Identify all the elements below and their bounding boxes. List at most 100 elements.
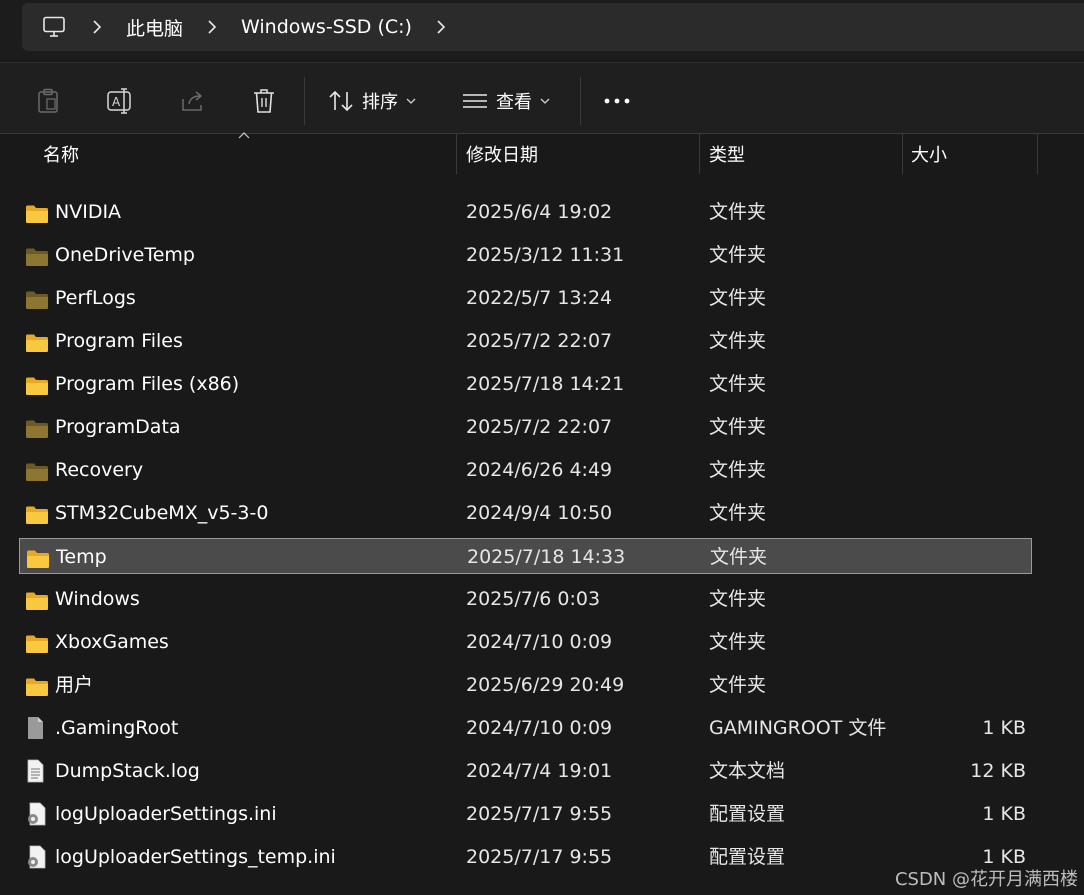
file-modified-date: 2025/7/18 14:21 bbox=[466, 373, 625, 395]
column-divider[interactable] bbox=[699, 134, 700, 174]
column-header-date[interactable]: 修改日期 bbox=[466, 134, 538, 174]
file-list: NVIDIA 2025/6/4 19:02 文件夹 OneDriveTemp 2025/… bbox=[0, 174, 1084, 895]
file-modified-date: 2022/5/7 13:24 bbox=[466, 287, 613, 309]
file-list-row[interactable]: OneDriveTemp 2025/3/12 11:31 文件夹 bbox=[19, 237, 1032, 273]
file-list-row[interactable]: XboxGames 2024/7/10 0:09 文件夹 bbox=[19, 624, 1032, 660]
view-list-icon bbox=[463, 94, 487, 108]
file-modified-date: 2025/6/4 19:02 bbox=[466, 201, 613, 223]
more-icon bbox=[604, 98, 630, 104]
folder-icon bbox=[25, 673, 49, 697]
file-modified-date: 2025/7/17 9:55 bbox=[466, 846, 613, 868]
file-name: ProgramData bbox=[55, 416, 181, 438]
file-list-row[interactable]: Program Files (x86) 2025/7/18 14:21 文件夹 bbox=[19, 366, 1032, 402]
column-header-name[interactable]: 名称 bbox=[43, 134, 79, 174]
sort-icon bbox=[329, 90, 353, 112]
file-list-row[interactable]: logUploaderSettings_temp.ini 2025/7/17 9:… bbox=[19, 839, 1032, 875]
folder-icon bbox=[25, 501, 49, 525]
file-list-row[interactable]: STM32CubeMX_v5-3-0 2024/9/4 10:50 文件夹 bbox=[19, 495, 1032, 531]
file-modified-date: 2025/7/2 22:07 bbox=[466, 330, 613, 352]
file-list-row[interactable]: .GamingRoot 2024/7/10 0:09 GAMINGROOT 文件 1 … bbox=[19, 710, 1032, 746]
file-name: STM32CubeMX_v5-3-0 bbox=[55, 502, 269, 524]
file-type: 文件夹 bbox=[709, 287, 767, 309]
file-list-row[interactable]: Temp 2025/7/18 14:33 文件夹 bbox=[19, 538, 1032, 574]
file-modified-date: 2025/7/17 9:55 bbox=[466, 803, 613, 825]
breadcrumb[interactable]: 此电脑 Windows-SSD (C:) bbox=[22, 3, 1084, 51]
file-list-row[interactable]: logUploaderSettings.ini 2025/7/17 9:55 配置设… bbox=[19, 796, 1032, 832]
column-divider[interactable] bbox=[902, 134, 903, 174]
share-button[interactable] bbox=[180, 83, 206, 119]
sort-up-icon bbox=[238, 128, 250, 143]
chevron-right-icon[interactable] bbox=[201, 3, 223, 51]
crumb-drive-c[interactable]: Windows-SSD (C:) bbox=[223, 3, 430, 51]
file-modified-date: 2024/9/4 10:50 bbox=[466, 502, 613, 524]
file-name: DumpStack.log bbox=[55, 760, 200, 782]
file-size: 12 KB bbox=[970, 760, 1026, 782]
file-type: 文件夹 bbox=[709, 502, 767, 524]
file-type: 文件夹 bbox=[709, 201, 767, 223]
folder-dim-icon bbox=[25, 286, 49, 310]
column-header-row: 名称 修改日期 类型 大小 bbox=[0, 134, 1084, 174]
crumb-this-pc[interactable]: 此电脑 bbox=[108, 3, 201, 51]
paste-button[interactable] bbox=[36, 83, 60, 119]
file-type: 文件夹 bbox=[709, 674, 767, 696]
file-list-row[interactable]: ProgramData 2025/7/2 22:07 文件夹 bbox=[19, 409, 1032, 445]
column-divider[interactable] bbox=[1037, 134, 1038, 174]
file-modified-date: 2025/6/29 20:49 bbox=[466, 674, 625, 696]
folder-icon bbox=[25, 372, 49, 396]
file-type: 文件夹 bbox=[709, 330, 767, 352]
file-modified-date: 2024/6/26 4:49 bbox=[466, 459, 613, 481]
file-name: Program Files (x86) bbox=[55, 373, 240, 395]
rename-icon: A bbox=[107, 88, 131, 114]
file-name: Recovery bbox=[55, 459, 144, 481]
file-name: XboxGames bbox=[55, 631, 169, 653]
column-header-size[interactable]: 大小 bbox=[911, 134, 947, 174]
file-name: PerfLogs bbox=[55, 287, 136, 309]
file-name: 用户 bbox=[55, 674, 94, 696]
column-header-type[interactable]: 类型 bbox=[709, 134, 745, 174]
file-size: 1 KB bbox=[982, 803, 1026, 825]
view-button[interactable]: 查看 bbox=[462, 83, 550, 119]
file-name: NVIDIA bbox=[55, 201, 122, 223]
this-pc-icon[interactable] bbox=[22, 3, 86, 51]
file-list-row[interactable]: Recovery 2024/6/26 4:49 文件夹 bbox=[19, 452, 1032, 488]
text-file-icon bbox=[25, 759, 49, 783]
file-type: 文件夹 bbox=[709, 631, 767, 653]
file-name: OneDriveTemp bbox=[55, 244, 195, 266]
file-size: 1 KB bbox=[982, 717, 1026, 739]
file-type: 配置设置 bbox=[709, 803, 786, 825]
svg-text:A: A bbox=[112, 95, 121, 109]
file-name: Program Files bbox=[55, 330, 183, 352]
view-label: 查看 bbox=[496, 92, 532, 113]
file-name: Temp bbox=[56, 546, 107, 568]
chevron-right-icon[interactable] bbox=[86, 3, 108, 51]
chevron-right-icon[interactable] bbox=[430, 3, 452, 51]
file-type: 文件夹 bbox=[709, 373, 767, 395]
file-modified-date: 2024/7/10 0:09 bbox=[466, 631, 613, 653]
file-list-row[interactable]: DumpStack.log 2024/7/4 19:01 文本文档 12 KB bbox=[19, 753, 1032, 789]
file-list-row[interactable]: Windows 2025/7/6 0:03 文件夹 bbox=[19, 581, 1032, 617]
folder-dim-icon bbox=[25, 458, 49, 482]
column-divider[interactable] bbox=[456, 134, 457, 174]
file-list-row[interactable]: PerfLogs 2022/5/7 13:24 文件夹 bbox=[19, 280, 1032, 316]
watermark: CSDN @花开月满西楼 bbox=[894, 869, 1078, 890]
rename-button[interactable]: A bbox=[106, 83, 134, 119]
file-list-row[interactable]: 用户 2025/6/29 20:49 文件夹 bbox=[19, 667, 1032, 703]
sort-button[interactable]: 排序 bbox=[328, 83, 416, 119]
address-bar: 此电脑 Windows-SSD (C:) bbox=[0, 0, 1084, 60]
folder-dim-icon bbox=[25, 415, 49, 439]
file-name: logUploaderSettings_temp.ini bbox=[55, 846, 336, 868]
paste-icon bbox=[38, 88, 58, 113]
file-type: 文件夹 bbox=[709, 588, 767, 610]
file-type: 配置设置 bbox=[709, 846, 786, 868]
command-bar: A 排序 查看 bbox=[0, 62, 1084, 134]
file-name: Windows bbox=[55, 588, 140, 610]
file-modified-date: 2025/7/18 14:33 bbox=[467, 546, 626, 568]
file-name: logUploaderSettings.ini bbox=[55, 803, 277, 825]
file-list-row[interactable]: Program Files 2025/7/2 22:07 文件夹 bbox=[19, 323, 1032, 359]
delete-button[interactable] bbox=[252, 83, 276, 119]
folder-dim-icon bbox=[25, 243, 49, 267]
file-list-row[interactable]: NVIDIA 2025/6/4 19:02 文件夹 bbox=[19, 194, 1032, 230]
toolbar-divider bbox=[580, 77, 581, 125]
folder-icon bbox=[26, 545, 50, 569]
more-options-button[interactable] bbox=[604, 83, 630, 119]
